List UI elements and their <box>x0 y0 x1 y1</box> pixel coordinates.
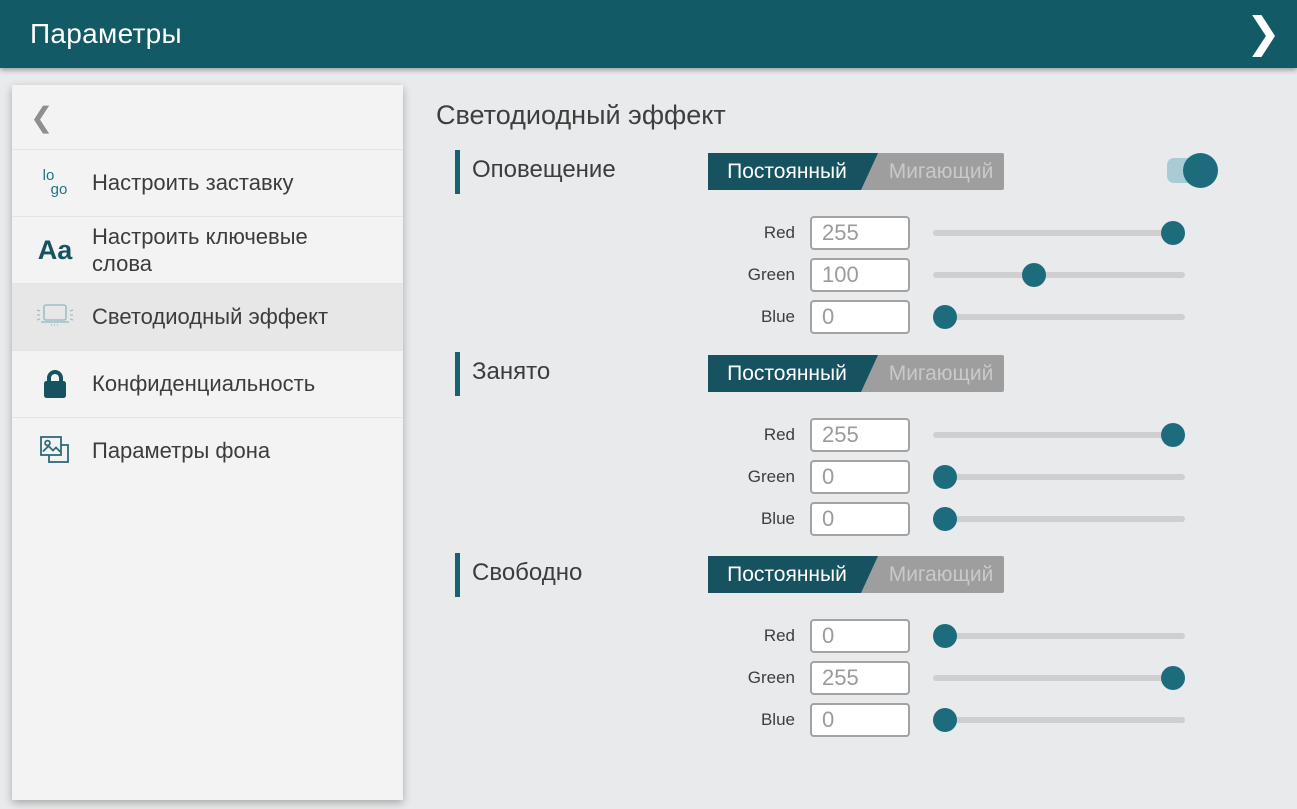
section-title: Оповещение <box>472 156 616 184</box>
red-label: Red <box>700 223 795 243</box>
blue-label: Blue <box>700 307 795 327</box>
red-channel-row: Red <box>700 618 1210 654</box>
slider-track[interactable] <box>933 675 1185 681</box>
blue-channel-row: Blue <box>700 702 1210 738</box>
section-notification: Оповещение Мигающий Постоянный Red Green <box>455 150 1255 350</box>
slider-knob[interactable] <box>933 624 957 648</box>
section-title: Занято <box>472 358 550 386</box>
section-accent-bar <box>455 352 460 396</box>
settings-sidebar: ❮ logo Настроить заставку Aa Настроить к… <box>12 85 403 800</box>
lock-icon <box>32 368 78 400</box>
red-value-input[interactable] <box>810 619 910 653</box>
top-bar: Параметры ❯ <box>0 0 1297 68</box>
section-free: Свободно Мигающий Постоянный Red Green B… <box>455 553 1255 753</box>
green-channel-row: Green <box>700 459 1210 495</box>
section-accent-bar <box>455 150 460 194</box>
sidebar-item-privacy[interactable]: Конфиденциальность <box>12 350 403 417</box>
slider-track[interactable] <box>933 230 1185 236</box>
green-channel-row: Green <box>700 257 1210 293</box>
mode-toggle-group: Мигающий Постоянный <box>708 556 1004 593</box>
sidebar-item-label: Параметры фона <box>92 437 354 465</box>
mode-toggle-group: Мигающий Постоянный <box>708 355 1004 392</box>
blue-channel-row: Blue <box>700 299 1210 335</box>
red-label: Red <box>700 626 795 646</box>
sidebar-item-label: Светодиодный эффект <box>92 303 354 331</box>
green-label: Green <box>700 265 795 285</box>
slider-track[interactable] <box>933 314 1185 320</box>
page-title: Параметры <box>30 18 182 50</box>
slider-knob[interactable] <box>1161 423 1185 447</box>
red-slider[interactable] <box>933 417 1185 453</box>
led-screen-icon <box>32 302 78 332</box>
content-title: Светодиодный эффект <box>436 100 726 131</box>
sidebar-collapse-button[interactable]: ❮ <box>12 85 403 149</box>
section-busy: Занято Мигающий Постоянный Red Green Blu… <box>455 352 1255 552</box>
green-value-input[interactable] <box>810 661 910 695</box>
slider-knob[interactable] <box>933 507 957 531</box>
red-value-input[interactable] <box>810 418 910 452</box>
sidebar-item-screensaver[interactable]: logo Настроить заставку <box>12 149 403 216</box>
sidebar-item-led-effect[interactable]: Светодиодный эффект <box>12 283 403 350</box>
green-slider[interactable] <box>933 257 1185 293</box>
slider-track[interactable] <box>933 432 1185 438</box>
blue-slider[interactable] <box>933 501 1185 537</box>
mode-solid-button[interactable]: Постоянный <box>708 355 878 392</box>
sidebar-item-keywords[interactable]: Aa Настроить ключевые слова <box>12 216 403 283</box>
red-slider[interactable] <box>933 215 1185 251</box>
forward-chevron-icon[interactable]: ❯ <box>1246 4 1281 62</box>
slider-knob[interactable] <box>1161 666 1185 690</box>
background-images-icon <box>32 434 78 468</box>
red-channel-row: Red <box>700 417 1210 453</box>
mode-solid-button[interactable]: Постоянный <box>708 153 878 190</box>
slider-knob[interactable] <box>933 305 957 329</box>
blue-channel-row: Blue <box>700 501 1210 537</box>
back-chevron-icon: ❮ <box>30 101 53 134</box>
green-slider[interactable] <box>933 660 1185 696</box>
enable-toggle-switch[interactable] <box>1167 150 1223 190</box>
toggle-knob <box>1183 153 1218 188</box>
section-title: Свободно <box>472 559 582 587</box>
red-channel-row: Red <box>700 215 1210 251</box>
slider-track[interactable] <box>933 633 1185 639</box>
slider-track[interactable] <box>933 272 1185 278</box>
slider-knob[interactable] <box>1161 221 1185 245</box>
slider-track[interactable] <box>933 717 1185 723</box>
mode-blinking-button[interactable]: Мигающий <box>878 556 1004 593</box>
sidebar-item-label: Конфиденциальность <box>92 370 354 398</box>
green-channel-row: Green <box>700 660 1210 696</box>
red-label: Red <box>700 425 795 445</box>
slider-knob[interactable] <box>1022 263 1046 287</box>
mode-blinking-button[interactable]: Мигающий <box>878 355 1004 392</box>
blue-label: Blue <box>700 710 795 730</box>
blue-value-input[interactable] <box>810 300 910 334</box>
mode-blinking-button[interactable]: Мигающий <box>878 153 1004 190</box>
red-value-input[interactable] <box>810 216 910 250</box>
blue-value-input[interactable] <box>810 502 910 536</box>
slider-knob[interactable] <box>933 465 957 489</box>
slider-knob[interactable] <box>933 708 957 732</box>
blue-slider[interactable] <box>933 702 1185 738</box>
sidebar-item-label: Настроить ключевые слова <box>92 223 354 278</box>
settings-window: Параметры ❯ ❮ logo Настроить заставку Aa… <box>0 0 1297 809</box>
slider-track[interactable] <box>933 516 1185 522</box>
green-label: Green <box>700 668 795 688</box>
sidebar-item-label: Настроить заставку <box>92 169 354 197</box>
red-slider[interactable] <box>933 618 1185 654</box>
section-accent-bar <box>455 553 460 597</box>
green-label: Green <box>700 467 795 487</box>
slider-track[interactable] <box>933 474 1185 480</box>
blue-slider[interactable] <box>933 299 1185 335</box>
blue-value-input[interactable] <box>810 703 910 737</box>
blue-label: Blue <box>700 509 795 529</box>
logo-icon: logo <box>32 169 78 198</box>
mode-toggle-group: Мигающий Постоянный <box>708 153 1004 190</box>
green-value-input[interactable] <box>810 258 910 292</box>
green-value-input[interactable] <box>810 460 910 494</box>
mode-solid-button[interactable]: Постоянный <box>708 556 878 593</box>
green-slider[interactable] <box>933 459 1185 495</box>
sidebar-item-background[interactable]: Параметры фона <box>12 417 403 484</box>
text-aa-icon: Aa <box>32 235 78 266</box>
